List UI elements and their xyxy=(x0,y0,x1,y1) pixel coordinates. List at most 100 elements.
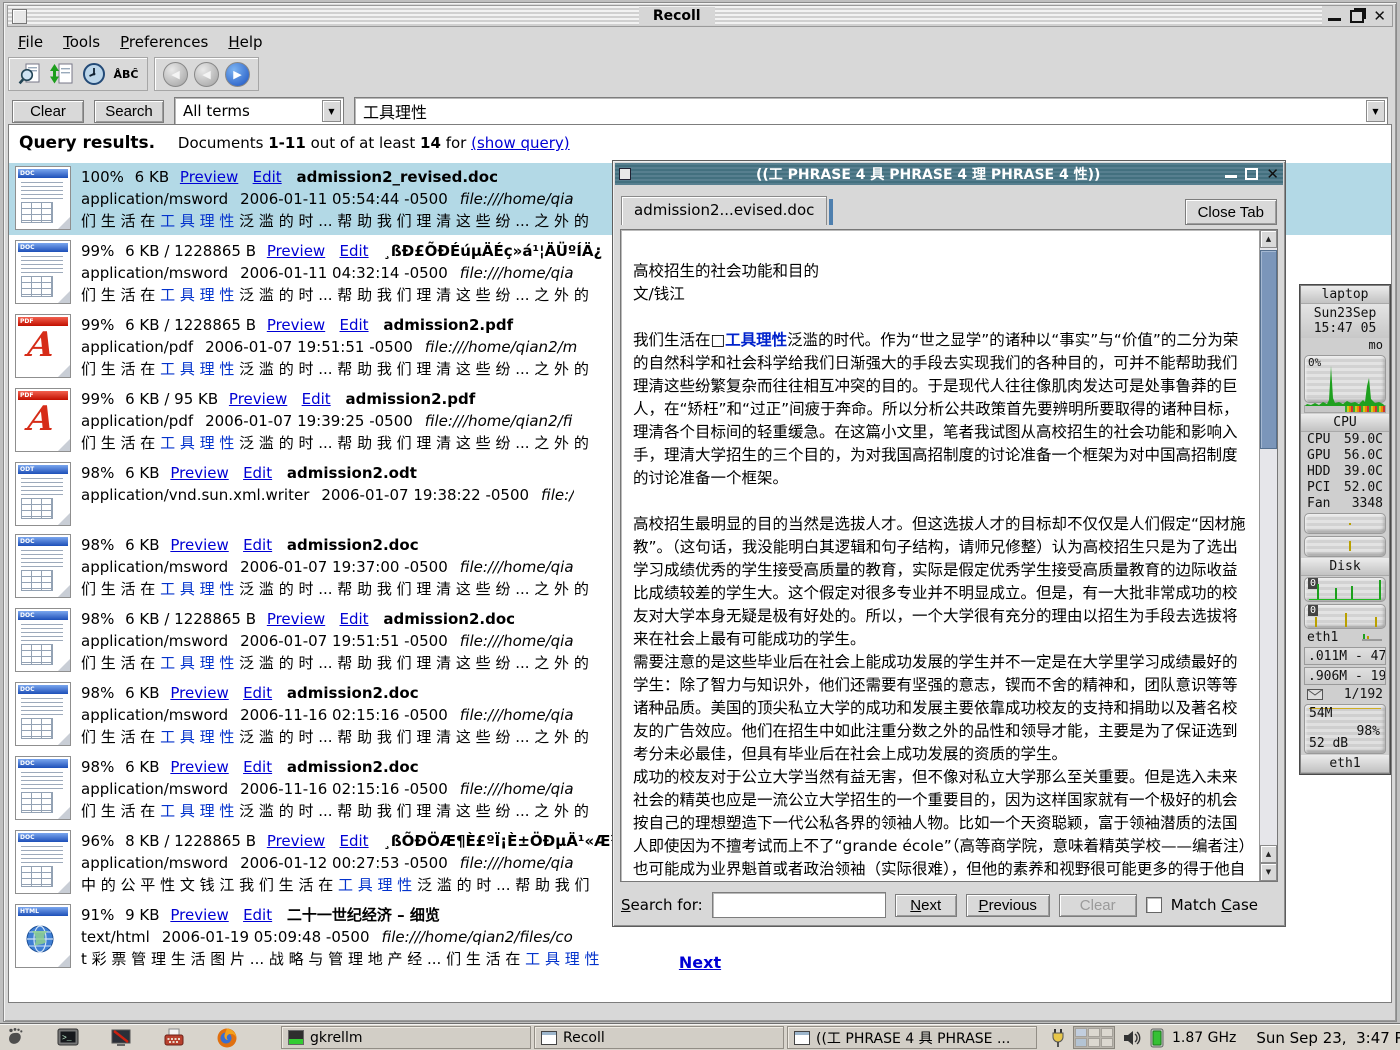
text-editor-icon[interactable] xyxy=(163,1027,185,1049)
next-results-link[interactable]: Next xyxy=(679,953,721,972)
previous-page-icon[interactable]: ◀ xyxy=(194,62,219,87)
file-url: file:/ xyxy=(541,486,574,504)
gkrellm-monitor[interactable]: laptop Sun23Sep 15:47 05 mo 0% CPU CPU59… xyxy=(1300,285,1390,774)
edit-link[interactable]: Edit xyxy=(340,242,369,260)
preview-link[interactable]: Preview xyxy=(180,168,238,186)
taskbar-window-button[interactable]: gkrellm xyxy=(281,1026,531,1049)
edit-link[interactable]: Edit xyxy=(340,316,369,334)
edit-link[interactable]: Edit xyxy=(243,464,272,482)
result-title: admission2.doc xyxy=(287,536,419,554)
cpu-krell xyxy=(1304,405,1386,413)
file-url: file:///home/qia xyxy=(460,264,574,282)
minimize-icon[interactable] xyxy=(1328,18,1341,21)
preview-text[interactable]: 高校招生的社会功能和目的 文/钱江我们生活在□工具理性泛滥的时代。作为“世之显学… xyxy=(621,230,1259,881)
find-previous-button[interactable]: Previous xyxy=(966,894,1050,917)
edit-link[interactable]: Edit xyxy=(340,610,369,628)
close-tab-button[interactable]: Close Tab xyxy=(1185,199,1277,225)
power-plug-icon[interactable] xyxy=(1050,1028,1066,1048)
preview-link[interactable]: Preview xyxy=(170,464,228,482)
file-url: file:///home/qian2/fi xyxy=(425,412,573,430)
file-url: file:///home/qia xyxy=(460,558,574,576)
preview-link[interactable]: Preview xyxy=(267,832,325,850)
chevron-down-icon[interactable]: ▼ xyxy=(322,100,341,122)
query-input[interactable]: 工具理性 ▼ xyxy=(354,97,1388,125)
sensor-readouts: CPU59.0C GPU56.0C HDD39.0C PCI52.0C xyxy=(1301,432,1389,496)
maximize-icon[interactable] xyxy=(1350,10,1364,23)
file-date: 2006-01-11 05:54:44 -0500 xyxy=(240,190,448,208)
next-page-icon[interactable]: ▶ xyxy=(225,62,250,87)
preview-link[interactable]: Preview xyxy=(267,610,325,628)
firefox-icon[interactable] xyxy=(216,1027,238,1049)
terminal-icon[interactable]: >_ xyxy=(57,1027,79,1049)
task-label: gkrellm xyxy=(310,1030,362,1046)
results-header: Query results. Documents 1-11 out of at … xyxy=(19,133,1381,153)
preview-link[interactable]: Preview xyxy=(229,390,287,408)
edit-link[interactable]: Edit xyxy=(253,168,282,186)
preview-link[interactable]: Preview xyxy=(170,536,228,554)
scroll-up2-icon[interactable]: ▲ xyxy=(1260,845,1277,863)
sort-parameters-icon[interactable] xyxy=(49,61,75,87)
menu-help[interactable]: Help xyxy=(220,31,270,53)
taskbar-clock[interactable]: Sun Sep 23, 3:47 PM xyxy=(1256,1029,1400,1047)
preview-link[interactable]: Preview xyxy=(170,906,228,924)
toolbar: ÅBĈ ◀ ◀ ▶ xyxy=(4,55,1396,95)
search-mode-select[interactable]: All terms ▼ xyxy=(174,97,344,125)
find-input[interactable] xyxy=(712,892,886,918)
preview-link[interactable]: Preview xyxy=(267,316,325,334)
file-size: 6 KB / 1228865 B xyxy=(125,316,256,334)
scroll-down-icon[interactable]: ▼ xyxy=(1260,863,1277,881)
preview-minimize-icon[interactable] xyxy=(1225,175,1237,178)
gnome-menu-icon[interactable] xyxy=(4,1027,26,1049)
preview-find-bar: Search for: Next Previous Clear Match Ca… xyxy=(613,888,1285,926)
edit-link[interactable]: Edit xyxy=(340,832,369,850)
edit-link[interactable]: Edit xyxy=(302,390,331,408)
edit-link[interactable]: Edit xyxy=(243,684,272,702)
window-menu-icon[interactable] xyxy=(12,9,27,24)
first-page-icon[interactable]: ◀ xyxy=(163,62,188,87)
preview-scrollbar[interactable]: ▲ ▲ ▼ xyxy=(1259,230,1277,881)
taskbar-window-button[interactable]: Recoll xyxy=(534,1026,784,1049)
relevance-percent: 100% xyxy=(81,168,124,186)
preview-titlebar[interactable]: ((工 PHRASE 4 具 PHRASE 4 理 PHRASE 4 性)) ✕ xyxy=(615,163,1283,185)
workspace-pager[interactable] xyxy=(1073,1026,1115,1049)
edit-link[interactable]: Edit xyxy=(243,906,272,924)
sensor-value: 56.0C xyxy=(1344,448,1383,464)
menu-file[interactable]: File xyxy=(10,31,51,53)
recoll-titlebar[interactable]: Recoll ✕ xyxy=(7,5,1393,27)
taskbar-window-button[interactable]: ((工 PHRASE 4 具 PHRASE ... xyxy=(787,1026,1037,1049)
screensaver-icon[interactable] xyxy=(110,1027,132,1049)
preview-link[interactable]: Preview xyxy=(267,242,325,260)
term-explorer-icon[interactable]: ÅBĈ xyxy=(113,61,139,87)
sensor-row: PCI52.0C xyxy=(1301,480,1389,496)
preview-link[interactable]: Preview xyxy=(170,758,228,776)
preview-maximize-icon[interactable] xyxy=(1245,168,1258,180)
close-icon[interactable]: ✕ xyxy=(1373,9,1386,23)
wifi-chart: 54M 98% 52 dB xyxy=(1304,704,1386,754)
preview-tab[interactable]: admission2...evised.doc xyxy=(621,196,827,225)
result-title: admission2.odt xyxy=(287,464,417,482)
find-clear-button[interactable]: Clear xyxy=(1059,894,1137,917)
clear-button[interactable]: Clear xyxy=(12,100,84,123)
volume-icon[interactable] xyxy=(1122,1029,1142,1047)
edit-link[interactable]: Edit xyxy=(243,536,272,554)
search-button[interactable]: Search xyxy=(94,100,164,123)
scroll-up-icon[interactable]: ▲ xyxy=(1260,230,1277,248)
preview-window-menu-icon[interactable] xyxy=(619,168,631,180)
cpu-frequency-icon[interactable] xyxy=(1149,1028,1165,1048)
relevance-percent: 91% xyxy=(81,906,114,924)
gkrellm-clock: Sun23Sep 15:47 05 xyxy=(1301,304,1389,338)
preview-link[interactable]: Preview xyxy=(170,684,228,702)
menu-preferences[interactable]: Preferences xyxy=(112,31,216,53)
edit-link[interactable]: Edit xyxy=(243,758,272,776)
match-case-checkbox[interactable] xyxy=(1146,897,1162,913)
show-query-link[interactable]: (show query) xyxy=(471,134,570,152)
document-history-icon[interactable] xyxy=(81,61,107,87)
advanced-search-icon[interactable] xyxy=(17,61,43,87)
preview-close-icon[interactable]: ✕ xyxy=(1266,165,1279,183)
mail-row[interactable]: 1/192 xyxy=(1301,686,1389,703)
scrollbar-thumb[interactable] xyxy=(1260,250,1277,449)
query-history-chevron-icon[interactable]: ▼ xyxy=(1366,100,1385,122)
page-fold xyxy=(58,659,70,671)
menu-tools[interactable]: Tools xyxy=(55,31,108,53)
find-next-button[interactable]: Next xyxy=(895,894,957,917)
